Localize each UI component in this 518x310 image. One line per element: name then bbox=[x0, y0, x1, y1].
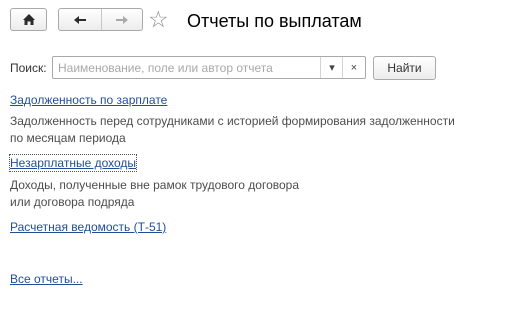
all-reports-link[interactable]: Все отчеты... bbox=[10, 271, 83, 287]
chevron-down-icon: ▾ bbox=[329, 62, 335, 74]
report-link-salary-debt[interactable]: Задолженность по зарплате bbox=[10, 92, 167, 108]
description-line: Доходы, полученные вне рамок трудового д… bbox=[10, 178, 300, 192]
page-title: Отчеты по выплатам bbox=[187, 11, 362, 31]
find-button[interactable]: Найти bbox=[373, 56, 436, 80]
description-line: по месяцам периода bbox=[10, 131, 126, 145]
find-button-label: Найти bbox=[387, 61, 422, 75]
search-box: ▾ × bbox=[52, 56, 366, 79]
navigation-buttons bbox=[58, 8, 143, 31]
back-button[interactable] bbox=[59, 9, 102, 30]
favorite-star-icon[interactable]: ☆ bbox=[148, 9, 169, 32]
search-clear-button[interactable]: × bbox=[342, 57, 365, 78]
close-icon: × bbox=[350, 61, 358, 74]
home-icon bbox=[22, 14, 35, 25]
description-line: или договора подряда bbox=[10, 195, 135, 209]
forward-button[interactable] bbox=[101, 9, 143, 30]
report-description-salary-debt: Задолженность перед сотрудниками с истор… bbox=[10, 113, 455, 147]
report-description-non-salary-income: Доходы, полученные вне рамок трудового д… bbox=[10, 177, 299, 211]
arrow-left-icon bbox=[74, 15, 86, 24]
report-link-non-salary-income[interactable]: Незарплатные доходы bbox=[8, 154, 138, 172]
description-line: Задолженность перед сотрудниками с истор… bbox=[10, 114, 455, 128]
home-button[interactable] bbox=[10, 8, 47, 31]
search-dropdown-button[interactable]: ▾ bbox=[320, 57, 343, 78]
search-input[interactable] bbox=[53, 57, 324, 78]
arrow-right-icon bbox=[116, 15, 128, 24]
report-link-payroll-sheet[interactable]: Расчетная ведомость (Т-51) bbox=[10, 219, 166, 235]
search-label: Поиск: bbox=[10, 61, 47, 75]
